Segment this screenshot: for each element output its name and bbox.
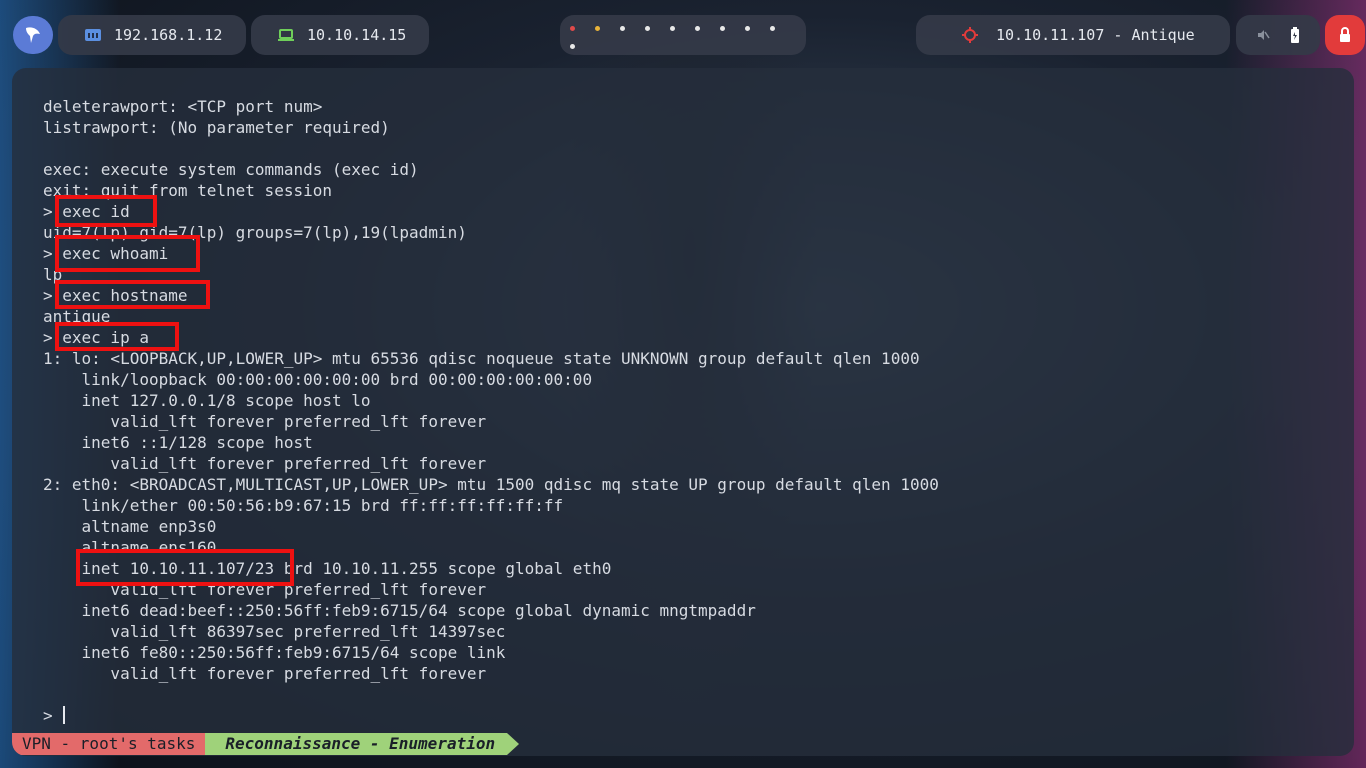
ethernet-icon <box>85 29 101 41</box>
target-widget[interactable]: 10.10.11.107 - Antique <box>916 15 1230 55</box>
workspace-dot-3[interactable] <box>620 26 625 31</box>
workspace-dot-8[interactable] <box>745 26 750 31</box>
terminal-window[interactable]: deleterawport: <TCP port num> listrawport… <box>12 68 1354 756</box>
terminal-line: > exec id <box>43 202 130 221</box>
text-cursor <box>62 706 65 724</box>
terminal-line: inet 127.0.0.1/8 scope host lo <box>43 391 371 410</box>
workspace-dots <box>560 17 806 53</box>
terminal-line: > exec hostname <box>43 286 188 305</box>
terminal-line: valid_lft forever preferred_lft forever <box>43 412 487 431</box>
terminal-line: link/loopback 00:00:00:00:00:00 brd 00:0… <box>43 370 593 389</box>
vpn-ip-widget[interactable]: 10.10.14.15 <box>251 15 429 55</box>
workspace-switcher[interactable] <box>560 15 806 55</box>
terminal-line: valid_lft forever preferred_lft forever <box>43 454 487 473</box>
target-label: 10.10.11.107 - Antique <box>996 26 1195 44</box>
power-icon[interactable] <box>1325 15 1365 55</box>
workspace-dot-5[interactable] <box>670 26 675 31</box>
status-segment-session[interactable]: VPN - root's tasks <box>12 733 216 755</box>
terminal-line: exec: execute system commands (exec id) <box>43 160 419 179</box>
terminal-line: valid_lft 86397sec preferred_lft 14397se… <box>43 622 506 641</box>
workspace-dot-2[interactable] <box>595 26 600 31</box>
highlight-exec-whoami <box>55 235 200 272</box>
workspace-dot-6[interactable] <box>695 26 700 31</box>
system-tray <box>1236 15 1320 55</box>
terminal-line: 1: lo: <LOOPBACK,UP,LOWER_UP> mtu 65536 … <box>43 349 920 368</box>
status-bar: VPN - root's tasks Reconnaissance - Enum… <box>12 732 1354 756</box>
terminal-line: deleterawport: <TCP port num> <box>43 97 323 116</box>
terminal-line: antique <box>43 307 111 326</box>
highlight-inet-address <box>76 549 294 586</box>
terminal-line: > exec ip a <box>43 328 149 347</box>
volume-muted-icon[interactable] <box>1256 28 1270 42</box>
workspace-dot-7[interactable] <box>720 26 725 31</box>
terminal-line: inet6 fe80::250:56ff:feb9:6715/64 scope … <box>43 643 506 662</box>
battery-icon[interactable] <box>1290 27 1300 43</box>
prompt-symbol: > <box>43 706 53 725</box>
terminal-line: inet6 dead:beef::250:56ff:feb9:6715/64 s… <box>43 601 756 620</box>
terminal-line: uid=7(lp) gid=7(lp) groups=7(lp),19(lpad… <box>43 223 467 242</box>
status-segment-phase[interactable]: Reconnaissance - Enumeration <box>205 733 519 755</box>
workspace-dot-9[interactable] <box>770 26 775 31</box>
crosshair-icon <box>962 27 978 43</box>
highlight-exec-id <box>55 195 157 227</box>
terminal-output: deleterawport: <TCP port num> listrawport… <box>43 96 1344 726</box>
highlight-exec-hostname <box>55 280 210 309</box>
terminal-line: altname enp3s0 <box>43 517 217 536</box>
terminal-line: listrawport: (No parameter required) <box>43 118 390 137</box>
parrot-logo-icon[interactable] <box>13 16 53 54</box>
highlight-exec-ip-a <box>55 322 179 351</box>
terminal-line: valid_lft forever preferred_lft forever <box>43 664 487 683</box>
terminal-line: lp <box>43 265 63 284</box>
workspace-dot-4[interactable] <box>645 26 650 31</box>
vpn-ip-label: 10.10.14.15 <box>307 26 407 44</box>
terminal-prompt-line[interactable]: > <box>43 705 1344 726</box>
terminal-line: > exec whoami <box>43 244 169 263</box>
terminal-line: 2: eth0: <BROADCAST,MULTICAST,UP,LOWER_U… <box>43 475 939 494</box>
terminal-line: inet6 ::1/128 scope host <box>43 433 313 452</box>
top-bar: 192.168.1.12 10.10.14.15 10.10.11.107 - … <box>0 0 1366 68</box>
host-ip-widget[interactable]: 192.168.1.12 <box>58 15 246 55</box>
workspace-dot-10[interactable] <box>570 44 575 49</box>
host-ip-label: 192.168.1.12 <box>114 26 223 44</box>
workspace-dot-1[interactable] <box>570 26 575 31</box>
terminal-line: exit: quit from telnet session <box>43 181 332 200</box>
laptop-icon <box>278 29 294 41</box>
terminal-line: link/ether 00:50:56:b9:67:15 brd ff:ff:f… <box>43 496 564 515</box>
